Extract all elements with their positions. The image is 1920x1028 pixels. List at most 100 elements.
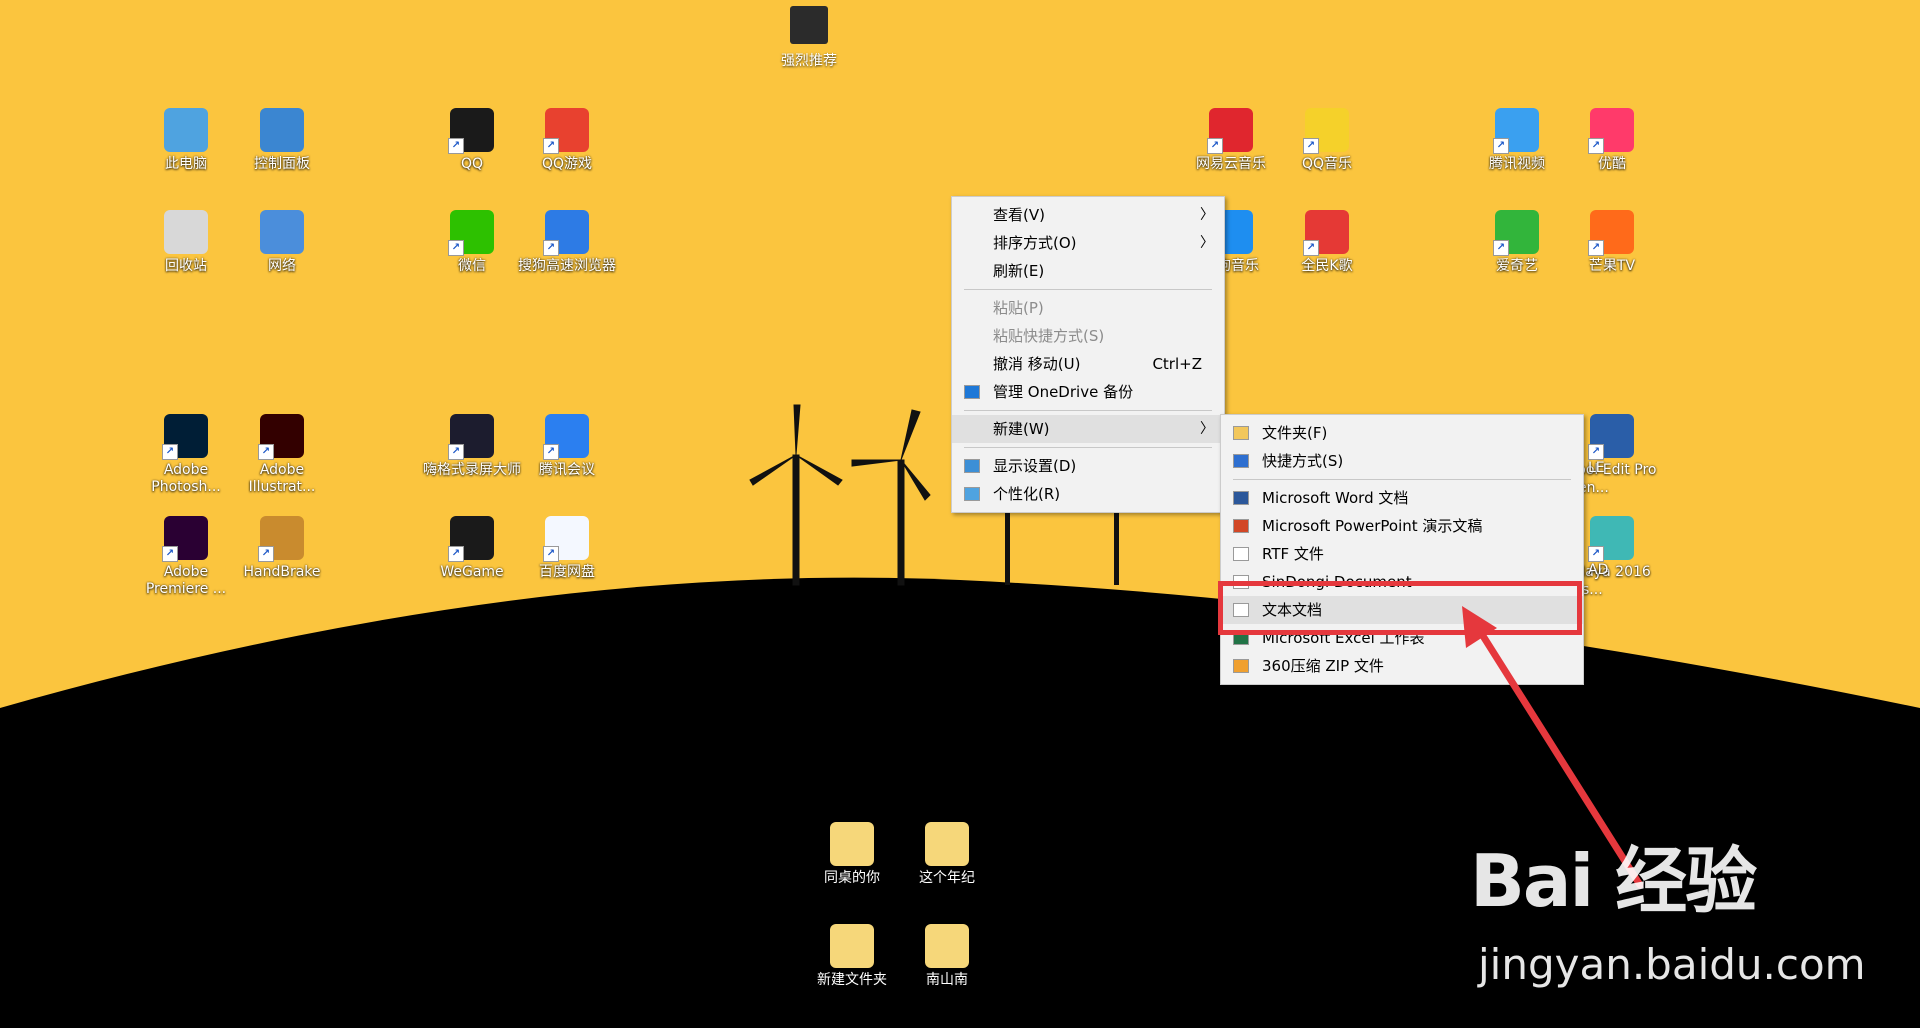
desktop-icon-label: 爱奇艺 bbox=[1496, 258, 1538, 274]
menu-item-ctx-0[interactable]: 查看(V) 〉 bbox=[952, 201, 1224, 229]
desktop-icon-folder-tongzhuo[interactable]: 同桌的你 bbox=[802, 822, 902, 887]
desktop-icon-control-panel[interactable]: 控制面板 bbox=[232, 108, 332, 173]
shortcut-arrow-icon: ↗ bbox=[448, 240, 464, 256]
desktop-icon-handbrake[interactable]: ↗ HandBrake bbox=[232, 516, 332, 581]
menu-item-new-5[interactable]: RTF 文件 bbox=[1221, 540, 1583, 568]
desktop-icon-netease-music[interactable]: ↗ 网易云音乐 bbox=[1181, 108, 1281, 173]
recommend-icon bbox=[790, 6, 828, 44]
menu-item-new-1[interactable]: 快捷方式(S) bbox=[1221, 447, 1583, 475]
folder-icon bbox=[830, 924, 874, 968]
menu-separator bbox=[964, 410, 1212, 411]
desktop-icon-wechat[interactable]: ↗ 微信 bbox=[422, 210, 522, 275]
desktop-icon-label: Adobe Illustrat... bbox=[248, 462, 316, 495]
desktop-icon-label: QQ bbox=[460, 156, 484, 172]
personalize-icon bbox=[964, 487, 980, 501]
desktop-icon-label: 搜狗高速浏览器 bbox=[518, 258, 616, 274]
desktop-icon-label: 嗨格式录屏大师 bbox=[423, 462, 521, 478]
zip-archive-icon bbox=[1233, 659, 1249, 673]
desktop-icon-baidu-netdisk[interactable]: ↗ 百度网盘 bbox=[517, 516, 617, 581]
recycle-bin-icon bbox=[164, 210, 208, 254]
desktop-icon-label: 网络 bbox=[268, 258, 296, 274]
menu-item-label: 文件夹(F) bbox=[1262, 424, 1328, 442]
menu-item-label: 个性化(R) bbox=[993, 485, 1061, 503]
baidu-netdisk-icon: ↗ bbox=[543, 516, 589, 562]
maya-icon: ↗ bbox=[1588, 516, 1634, 562]
handbrake-pineapple-icon: ↗ bbox=[258, 516, 304, 562]
menu-item-ctx-12[interactable]: 个性化(R) bbox=[952, 480, 1224, 508]
desktop-icon-label: 同桌的你 bbox=[824, 870, 880, 886]
shortcut-arrow-icon: ↗ bbox=[543, 138, 559, 154]
menu-item-ctx-9[interactable]: 新建(W) 〉 bbox=[952, 415, 1224, 443]
desktop-icon-premiere[interactable]: ↗ Adobe Premiere ... bbox=[136, 516, 236, 598]
folder-icon bbox=[1233, 426, 1249, 440]
desktop-icon-label: Adobe Photosh... bbox=[151, 462, 221, 495]
desktop-icon-sogou-browser[interactable]: ↗ 搜狗高速浏览器 bbox=[517, 210, 617, 275]
tencent-video-icon: ↗ bbox=[1493, 108, 1539, 154]
desktop-icon-network[interactable]: 网络 bbox=[232, 210, 332, 275]
screen-recorder-icon: ↗ bbox=[448, 414, 494, 460]
shortcut-arrow-icon: ↗ bbox=[1588, 444, 1604, 460]
folder-icon bbox=[830, 822, 874, 866]
menu-item-ctx-5[interactable]: 粘贴快捷方式(S) bbox=[952, 322, 1224, 350]
shortcut-arrow-icon: ↗ bbox=[1588, 546, 1604, 562]
menu-item-new-0[interactable]: 文件夹(F) bbox=[1221, 419, 1583, 447]
desktop-icon-this-pc[interactable]: 此电脑 bbox=[136, 108, 236, 173]
menu-item-new-4[interactable]: Microsoft PowerPoint 演示文稿 bbox=[1221, 512, 1583, 540]
network-icon bbox=[260, 210, 304, 254]
menu-item-ctx-6[interactable]: 撤消 移动(U) Ctrl+Z bbox=[952, 350, 1224, 378]
desktop-icon-label: 南山南 bbox=[926, 972, 968, 988]
shortcut-arrow-icon: ↗ bbox=[1493, 240, 1509, 256]
desktop-icon-illustrator[interactable]: ↗ Adobe Illustrat... bbox=[232, 414, 332, 496]
desktop-icon-label: 百度网盘 bbox=[539, 564, 595, 580]
menu-item-ctx-4[interactable]: 粘贴(P) bbox=[952, 294, 1224, 322]
menu-item-ctx-11[interactable]: 显示设置(D) bbox=[952, 452, 1224, 480]
chevron-right-icon: 〉 bbox=[1200, 207, 1214, 223]
computer-icon bbox=[164, 108, 208, 152]
menu-item-label: 管理 OneDrive 备份 bbox=[993, 383, 1134, 401]
menu-item-label: 撤消 移动(U) bbox=[993, 355, 1081, 373]
illustrator-icon: ↗ bbox=[258, 414, 304, 460]
menu-item-ctx-2[interactable]: 刷新(E) bbox=[952, 257, 1224, 285]
desktop-icon-qq-game[interactable]: ↗ QQ游戏 bbox=[517, 108, 617, 173]
menu-separator bbox=[1233, 479, 1571, 480]
desktop-icon-label: 新建文件夹 bbox=[817, 972, 887, 988]
word-doc-icon bbox=[1233, 491, 1249, 505]
desktop-icon-mango-tv[interactable]: ↗ 芒果TV bbox=[1562, 210, 1662, 275]
desktop-icon-tencent-video[interactable]: ↗ 腾讯视频 bbox=[1467, 108, 1567, 173]
desktop-icon-photoshop[interactable]: ↗ Adobe Photosh... bbox=[136, 414, 236, 496]
desktop-icon-tencent-meeting[interactable]: ↗ 腾讯会议 bbox=[517, 414, 617, 479]
desktop-icon-label: WeGame bbox=[440, 564, 504, 580]
shortcut-arrow-icon: ↗ bbox=[1588, 240, 1604, 256]
shortcut-arrow-icon: ↗ bbox=[543, 240, 559, 256]
display-settings-icon bbox=[964, 459, 980, 473]
menu-item-new-3[interactable]: Microsoft Word 文档 bbox=[1221, 484, 1583, 512]
desktop-icon-label: 芒果TV bbox=[1588, 258, 1636, 274]
desktop-icon-label: 腾讯视频 bbox=[1489, 156, 1545, 172]
desktop-icon-folder-zhege[interactable]: 这个年纪 bbox=[897, 822, 997, 887]
desktop-icon-wegame[interactable]: ↗ WeGame bbox=[422, 516, 522, 581]
menu-item-new-9[interactable]: 360压缩 ZIP 文件 bbox=[1221, 652, 1583, 680]
desktop-icon-qq-music[interactable]: ↗ QQ音乐 bbox=[1277, 108, 1377, 173]
desktop-icon-quanmin-k[interactable]: ↗ 全民K歌 bbox=[1277, 210, 1377, 275]
karaoke-icon: ↗ bbox=[1303, 210, 1349, 256]
menu-item-label: 新建(W) bbox=[993, 420, 1050, 438]
desktop-icon-screen-recorder[interactable]: ↗ 嗨格式录屏大师 bbox=[422, 414, 522, 479]
desktop-icon-label: Adobe Premiere ... bbox=[145, 564, 227, 597]
menu-separator bbox=[964, 447, 1212, 448]
desktop-icon-youku[interactable]: ↗ 优酷 bbox=[1562, 108, 1662, 173]
shortcut-arrow-icon: ↗ bbox=[1493, 138, 1509, 154]
shortcut-arrow-icon: ↗ bbox=[543, 546, 559, 562]
menu-item-ctx-1[interactable]: 排序方式(O) 〉 bbox=[952, 229, 1224, 257]
onedrive-cloud-icon bbox=[964, 385, 980, 399]
partial-icon-label: AD bbox=[1588, 562, 1609, 578]
desktop-icon-folder-nanshannan[interactable]: 南山南 bbox=[897, 924, 997, 989]
desktop-icon-iqiyi[interactable]: ↗ 爱奇艺 bbox=[1467, 210, 1567, 275]
desktop-icon-recycle-bin[interactable]: 回收站 bbox=[136, 210, 236, 275]
rtf-file-icon bbox=[1233, 547, 1249, 561]
desktop-icon-qq[interactable]: ↗ QQ bbox=[422, 108, 522, 173]
desktop-icon-folder-new[interactable]: 新建文件夹 bbox=[802, 924, 902, 989]
desktop-icon-recommend[interactable]: 强烈推荐 bbox=[779, 6, 839, 70]
menu-item-ctx-7[interactable]: 管理 OneDrive 备份 bbox=[952, 378, 1224, 406]
baidu-jingyan-url: jingyan.baidu.com bbox=[1478, 940, 1866, 989]
folder-icon bbox=[925, 822, 969, 866]
